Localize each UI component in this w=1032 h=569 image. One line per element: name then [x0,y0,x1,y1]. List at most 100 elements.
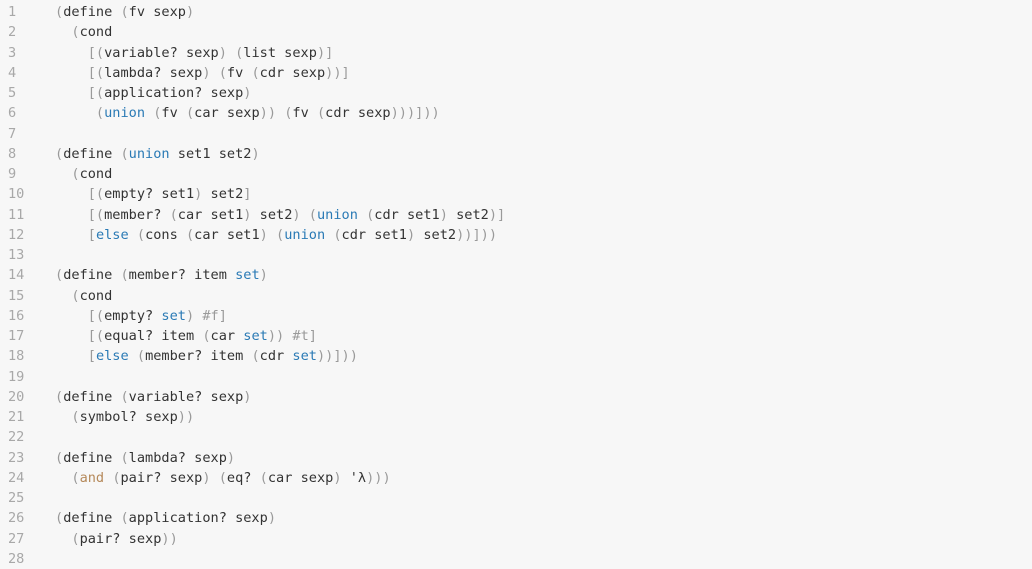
code-line[interactable]: 24 (and (pair? sexp) (eq? (car sexp) 'λ)… [0,468,1032,488]
punctuation-token: ) ( [218,44,244,61]
punctuation-token: ))])) [456,226,498,243]
code-line[interactable]: 18 [else (member? item (cdr set))])) [0,346,1032,366]
line-code: (define (union set1 set2) [55,144,260,164]
line-code: (cond [55,22,112,42]
punctuation-token: ) [439,206,457,223]
line-number: 24 [8,469,25,486]
punctuation-token: ] [243,186,252,203]
builtin-token: set [235,267,260,284]
code-line[interactable]: 17 [(equal? item (car set)) #t] [0,326,1032,346]
line-code: (cond [55,286,112,306]
line-number: 20 [8,388,25,405]
code-line[interactable]: 26 (define (application? sexp) [0,508,1032,528]
punctuation-token: [( [87,307,105,324]
code-token: equal? item [104,328,203,344]
code-line[interactable]: 14 (define (member? item set) [0,265,1032,285]
code-line[interactable]: 2 (cond [0,22,1032,42]
code-line[interactable]: 9 (cond [0,164,1032,184]
punctuation-token: ( [71,469,80,486]
punctuation-token: [( [87,64,105,81]
code-token: member? item [145,348,252,365]
code-line[interactable]: 16 [(empty? set) #f] [0,306,1032,326]
punctuation-token: [( [87,328,105,344]
punctuation-token: ) [333,469,350,486]
code-line[interactable]: 3 [(variable? sexp) (list sexp)] [0,43,1032,63]
code-token: eq? [226,469,260,486]
code-line[interactable]: 19 [0,367,1032,387]
line-code: [(empty? set) #f] [55,306,227,326]
punctuation-token: ( [55,145,64,162]
code-line[interactable]: 4 [(lambda? sexp) (fv (cdr sexp))] [0,63,1032,83]
punctuation-token: [( [87,186,105,203]
code-editor[interactable]: 1 (define (fv sexp) 2 (cond 3 [(variable? s… [0,0,1032,567]
code-line[interactable]: 8 (define (union set1 set2) [0,144,1032,164]
code-line[interactable]: 13 [0,245,1032,265]
punctuation-token: ( [55,510,64,527]
punctuation-token: ( [316,105,326,122]
line-number: 12 [8,226,25,243]
code-line[interactable]: 22 [0,427,1032,447]
line-number: 7 [8,125,17,142]
builtin-token: set [292,348,317,365]
line-number: 9 [8,166,17,182]
punctuation-token: ( [55,267,64,284]
code-line[interactable]: 20 (define (variable? sexp) [0,387,1032,407]
code-line[interactable]: 7 [0,124,1032,144]
code-line[interactable]: 28 [0,549,1032,569]
code-token: cdr sexp [325,105,391,122]
code-line[interactable]: 11 [(member? (car set1) set2) (union (cd… [0,205,1032,225]
punctuation-token: ) [267,510,276,527]
punctuation-token: ) [316,348,326,365]
line-code: [(lambda? sexp) (fv (cdr sexp))] [55,63,350,83]
code-line[interactable]: 21 (symbol? sexp)) [0,407,1032,427]
punctuation-token: ( [112,469,121,486]
punctuation-token: ))) [366,469,391,486]
builtin-token: union [104,105,146,122]
punctuation-token: ) ( [202,64,227,81]
code-line[interactable]: 23 (define (lambda? sexp) [0,448,1032,468]
code-token: member? item [128,267,236,284]
code-token: symbol? sexp [79,409,178,425]
punctuation-token: [( [87,85,105,101]
punctuation-token: ) ( [292,206,317,223]
code-line[interactable]: 12 [else (cons (car set1) (union (cdr se… [0,225,1032,245]
line-number: 4 [8,64,17,81]
code-token: cons [145,226,186,243]
code-token: car sexp [194,105,260,122]
line-number: 28 [8,550,25,567]
punctuation-token: )) [267,328,285,344]
punctuation-token: )) ( [259,105,293,122]
punctuation-token: ) [243,206,260,223]
punctuation-token: ( [259,469,268,486]
punctuation-token: ( [251,348,260,365]
line-number: 8 [8,145,17,162]
punctuation-token: ) [251,145,260,162]
code-token: fv [161,105,186,122]
punctuation-token: ( [71,166,80,182]
code-line[interactable]: 25 [0,488,1032,508]
punctuation-token: ( [55,388,64,405]
punctuation-token: ) [226,449,236,466]
code-token: set1 set2 [169,145,252,162]
line-code: [else (cons (car set1) (union (cdr set1)… [55,225,497,245]
punctuation-token: ( [71,287,80,304]
builtin-token: union [316,206,358,223]
punctuation-token: ) ( [202,469,227,486]
code-line[interactable]: 6 (union (fv (car sexp)) (fv (cdr sexp))… [0,103,1032,123]
code-line[interactable]: 5 [(application? sexp) [0,83,1032,103]
code-line[interactable]: 10 [(empty? set1) set2] [0,184,1032,204]
punctuation-token: ( [251,64,260,81]
line-number: 5 [8,85,17,101]
code-token: car [210,328,244,344]
code-line[interactable]: 15 (cond [0,286,1032,306]
code-line[interactable]: 1 (define (fv sexp) [0,2,1032,22]
punctuation-token: )) [161,530,178,547]
code-line[interactable]: 27 (pair? sexp)) [0,529,1032,549]
